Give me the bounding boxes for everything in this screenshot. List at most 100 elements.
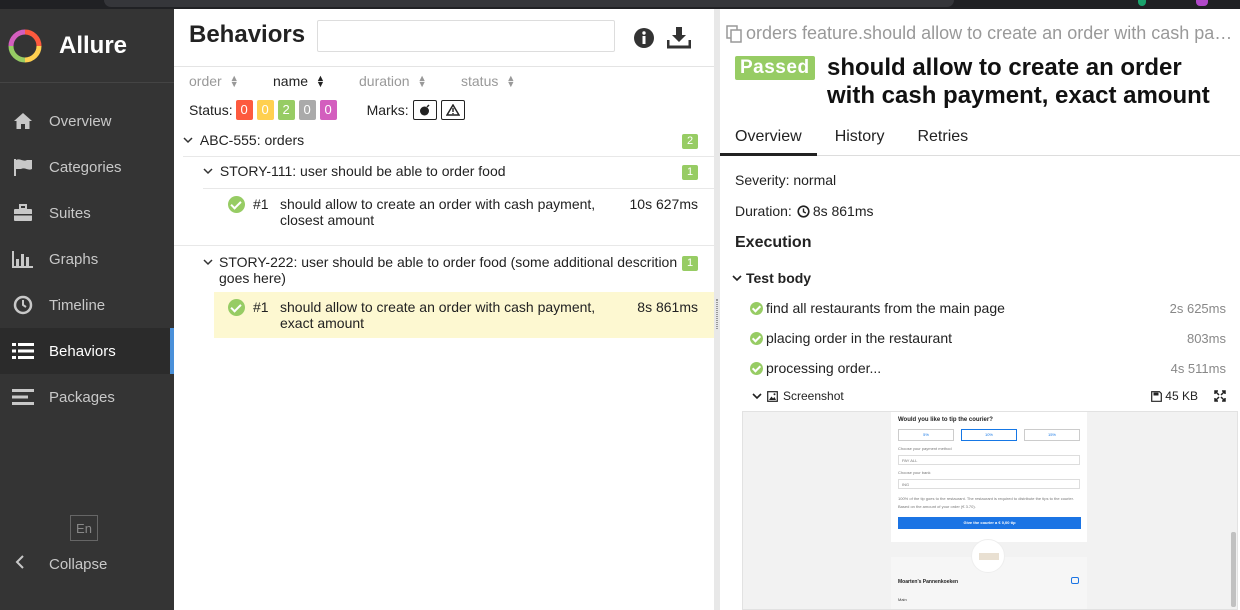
step-row[interactable]: processing order... 4s 511ms xyxy=(750,360,1226,376)
sort-by-name[interactable]: name ▲ ▼ xyxy=(273,73,359,89)
screenshot-scrollbar[interactable] xyxy=(1230,412,1237,609)
sort-by-order[interactable]: order ▲ ▼ xyxy=(189,73,273,89)
marks-filter: Marks: xyxy=(367,100,465,120)
attachment-size: 45 KB xyxy=(1151,389,1226,403)
test-case-row-selected[interactable]: #1 should allow to create an order with … xyxy=(214,292,714,338)
tree-group-epic[interactable]: ABC-555: orders 2 xyxy=(183,126,714,157)
browser-extension-icon[interactable] xyxy=(1138,0,1146,6)
sort-by-status[interactable]: status ▲ ▼ xyxy=(461,73,515,89)
scrollbar-thumb[interactable] xyxy=(1231,532,1236,607)
sidebar-item-overview[interactable]: Overview xyxy=(0,98,174,144)
screenshot-restaurant-name: Moarten's Pannenkoeken xyxy=(898,579,959,585)
sidebar-item-suites[interactable]: Suites xyxy=(0,190,174,236)
splitter-grip[interactable] xyxy=(716,299,718,329)
tree-group-count: 2 xyxy=(682,134,698,149)
tree-leaf-wrap: #1 should allow to create an order with … xyxy=(174,189,714,246)
tab-overview[interactable]: Overview xyxy=(720,122,817,156)
expand-icon[interactable] xyxy=(1214,390,1226,402)
test-case-row[interactable]: #1 should allow to create an order with … xyxy=(214,189,714,236)
marks-label: Marks: xyxy=(366,102,409,118)
breadcrumb: orders feature.should allow to create an… xyxy=(726,23,1236,44)
behaviors-pane: Behaviors order ▲ ▼ name ▲ ▼ duration ▲ ▼ s… xyxy=(174,9,714,610)
sort-by-duration[interactable]: duration ▲ ▼ xyxy=(359,73,461,89)
screenshot-menu-item: Main xyxy=(898,597,907,602)
brand[interactable]: Allure xyxy=(0,9,174,83)
sidebar-item-behaviors[interactable]: Behaviors xyxy=(0,328,174,374)
sidebar-item-packages[interactable]: Packages xyxy=(0,374,174,420)
sorter-bar: order ▲ ▼ name ▲ ▼ duration ▲ ▼ status ▲ ▼ xyxy=(189,73,515,89)
tab-retries[interactable]: Retries xyxy=(902,122,983,156)
step-duration: 803ms xyxy=(1186,330,1226,346)
sidebar-item-categories[interactable]: Categories xyxy=(0,144,174,190)
sorter-label: status xyxy=(461,73,499,89)
search-input[interactable] xyxy=(317,20,615,52)
severity: Severity: normal xyxy=(735,172,837,188)
bar-chart-icon xyxy=(12,248,34,270)
chevron-down-icon xyxy=(752,393,762,400)
status-broken-count[interactable]: 0 xyxy=(256,100,274,120)
save-icon xyxy=(1151,390,1163,402)
screenshot-tip-button: Give the courier a € 0,00 tip xyxy=(898,517,1081,529)
step-passed-icon xyxy=(750,361,763,375)
warning-icon xyxy=(445,104,460,116)
tree-group-count: 1 xyxy=(682,256,698,271)
test-body-toggle[interactable]: Test body xyxy=(732,270,811,286)
behaviors-header: Behaviors xyxy=(174,9,714,67)
briefcase-icon xyxy=(12,202,34,224)
screenshot-payment-select: PAY ALL xyxy=(898,455,1080,465)
tree-group-story[interactable]: STORY-222: user should be able to order … xyxy=(203,246,714,292)
sidebar-item-timeline[interactable]: Timeline xyxy=(0,282,174,328)
attachment-size-value: 45 KB xyxy=(1165,389,1198,403)
screenshot-preview[interactable]: Would you like to tip the courier? 5% 10… xyxy=(742,411,1238,610)
status-failed-count[interactable]: 0 xyxy=(235,100,253,120)
copy-icon[interactable] xyxy=(726,24,742,43)
breadcrumb-text[interactable]: orders feature.should allow to create an… xyxy=(746,23,1236,44)
tab-history[interactable]: History xyxy=(820,122,900,156)
step-row[interactable]: placing order in the restaurant 803ms xyxy=(750,330,1226,346)
tree-group-story[interactable]: STORY-111: user should be able to order … xyxy=(203,157,714,189)
language-switch[interactable]: En xyxy=(70,515,98,541)
screenshot-question: Would you like to tip the courier? xyxy=(898,417,993,423)
test-case-name: should allow to create an order with cas… xyxy=(280,196,596,228)
status-label: Status: xyxy=(189,102,233,118)
clock-icon xyxy=(12,294,34,316)
step-row[interactable]: find all restaurants from the main page … xyxy=(750,300,1226,316)
collapse-button[interactable]: Collapse xyxy=(14,555,107,573)
tree-group-header: STORY-111: user should be able to order … xyxy=(203,163,506,179)
sort-icon: ▲ ▼ xyxy=(316,73,325,89)
flaky-mark-toggle[interactable] xyxy=(412,100,437,120)
download-icon[interactable] xyxy=(666,25,692,49)
screenshot-checkout: Would you like to tip the courier? 5% 10… xyxy=(891,412,1087,542)
app-name: Allure xyxy=(59,31,128,59)
tree-group-label: STORY-222: user should be able to order … xyxy=(219,254,678,286)
sort-icon: ▲ ▼ xyxy=(229,73,239,89)
browser-profile-icon[interactable] xyxy=(1196,0,1208,6)
sidebar-item-graphs[interactable]: Graphs xyxy=(0,236,174,282)
browser-tab-bar xyxy=(104,0,954,7)
home-icon xyxy=(12,110,34,132)
bomb-icon xyxy=(419,104,430,116)
attachment-row[interactable]: Screenshot 45 KB xyxy=(752,389,1226,403)
status-unknown-count[interactable]: 0 xyxy=(319,100,337,120)
info-icon[interactable] xyxy=(633,27,657,51)
sidebar-item-label: Overview xyxy=(49,112,112,130)
step-name: processing order... xyxy=(766,360,882,376)
duration-label: Duration: xyxy=(735,203,792,219)
heart-icon xyxy=(1071,577,1079,584)
screenshot-note: 100% of the tip goes to the restaurant. … xyxy=(898,496,1074,501)
status-passed-count[interactable]: 2 xyxy=(277,100,295,120)
sorter-label: duration xyxy=(359,73,410,89)
step-duration: 4s 511ms xyxy=(1170,360,1226,376)
test-details-pane: orders feature.should allow to create an… xyxy=(720,9,1240,610)
step-passed-icon xyxy=(750,301,763,315)
screenshot-tip-option: 10% xyxy=(961,429,1017,441)
screenshot-payment-value: PAY ALL xyxy=(902,458,918,463)
test-case-number: #1 xyxy=(253,299,269,315)
execution-heading: Execution xyxy=(735,234,812,251)
new-failed-mark-toggle[interactable] xyxy=(440,100,465,120)
duration-value: 8s 861ms xyxy=(812,203,874,219)
align-left-icon xyxy=(12,386,34,408)
passed-check-icon xyxy=(228,299,245,316)
step-name: find all restaurants from the main page xyxy=(766,300,1005,316)
status-skipped-count[interactable]: 0 xyxy=(298,100,316,120)
